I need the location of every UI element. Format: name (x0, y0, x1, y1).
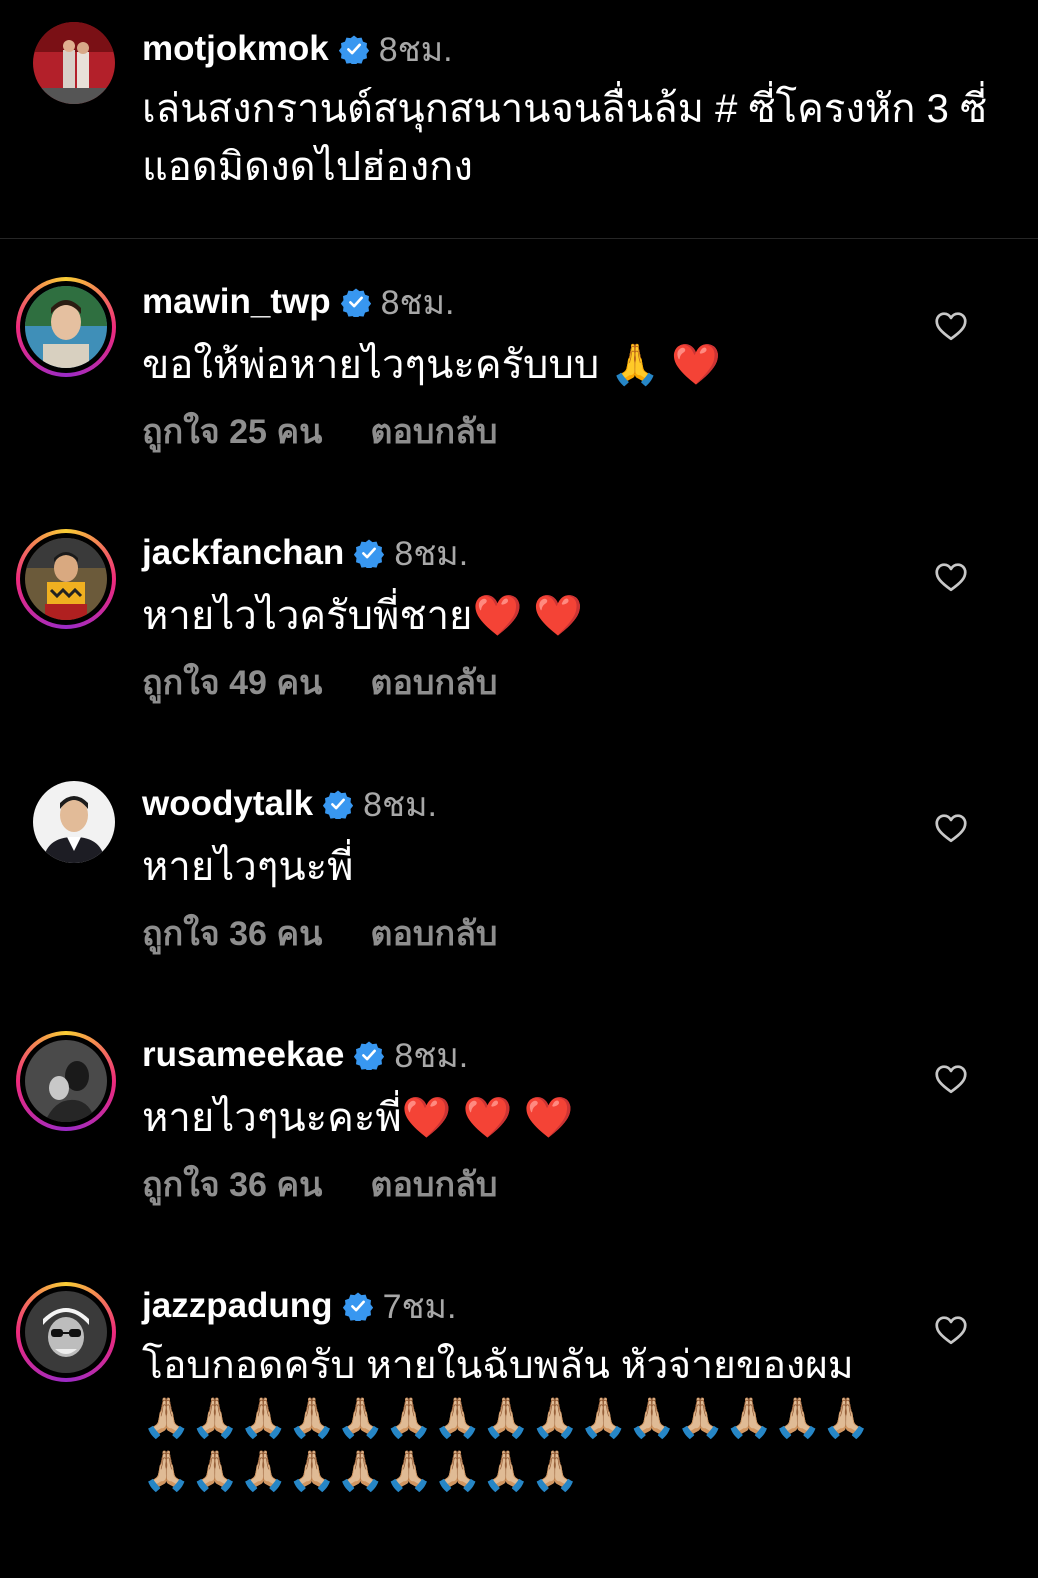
like-count[interactable]: ถูกใจ 25 คน (142, 404, 322, 458)
timestamp: 8ชม. (394, 1037, 469, 1075)
timestamp: 8ชม. (378, 31, 453, 69)
username[interactable]: rusameekae (142, 1035, 344, 1075)
heart-outline-icon[interactable] (933, 308, 969, 344)
avatar (25, 286, 107, 368)
username[interactable]: mawin_twp (142, 282, 331, 322)
comment-text: โอบกอดครับ หายในฉับพลัน หัวจ่ายของผม 🙏🏼🙏… (142, 1344, 871, 1493)
comment-text: ขอให้พ่อหายไวๆนะครับบบ 🙏 ❤️ (142, 343, 722, 387)
story-ring[interactable] (16, 1282, 116, 1382)
story-ring[interactable] (16, 1031, 116, 1131)
heart-outline-icon[interactable] (933, 1061, 969, 1097)
comment-text: หายไวๆนะคะพี่❤️ ❤️ ❤️ (142, 1096, 574, 1140)
username[interactable]: jazzpadung (142, 1286, 333, 1326)
verified-badge-icon (340, 288, 371, 317)
like-count[interactable]: ถูกใจ 36 คน (142, 906, 322, 960)
reply-button[interactable]: ตอบกลับ (370, 1157, 497, 1211)
heart-outline-icon[interactable] (933, 1312, 969, 1348)
like-count[interactable]: ถูกใจ 49 คน (142, 655, 322, 709)
username[interactable]: woodytalk (142, 784, 313, 824)
avatar[interactable] (33, 22, 115, 104)
avatar (25, 538, 107, 620)
username[interactable]: motjokmok (142, 29, 329, 69)
timestamp: 7ชม. (382, 1288, 457, 1326)
reply-button[interactable]: ตอบกลับ (370, 655, 497, 709)
comment-text: หายไวไวครับพี่ชาย❤️ ❤️ (142, 594, 584, 638)
username[interactable]: jackfanchan (142, 533, 344, 573)
verified-badge-icon (342, 1292, 373, 1321)
story-ring[interactable] (16, 529, 116, 629)
comment-text: หายไวๆนะพี่ (142, 845, 354, 889)
timestamp: 8ชม. (363, 786, 437, 824)
verified-badge-icon (354, 1041, 385, 1070)
reply-button[interactable]: ตอบกลับ (370, 906, 497, 960)
timestamp: 8ชม. (380, 284, 455, 322)
like-count[interactable]: ถูกใจ 36 คน (142, 1157, 322, 1211)
avatar (25, 1040, 107, 1122)
reply-button[interactable]: ตอบกลับ (370, 404, 497, 458)
heart-outline-icon[interactable] (933, 810, 969, 846)
verified-badge-icon (323, 790, 354, 819)
divider (0, 238, 1038, 239)
avatar (25, 1291, 107, 1373)
story-ring[interactable] (16, 277, 116, 377)
verified-badge-icon (338, 35, 369, 64)
timestamp: 8ชม. (394, 535, 469, 573)
avatar[interactable] (33, 781, 115, 863)
caption-text: เล่นสงกรานต์สนุกสนานจนลื่นล้ม # ซี่โครงห… (142, 87, 988, 189)
verified-badge-icon (354, 539, 385, 568)
heart-outline-icon[interactable] (933, 559, 969, 595)
